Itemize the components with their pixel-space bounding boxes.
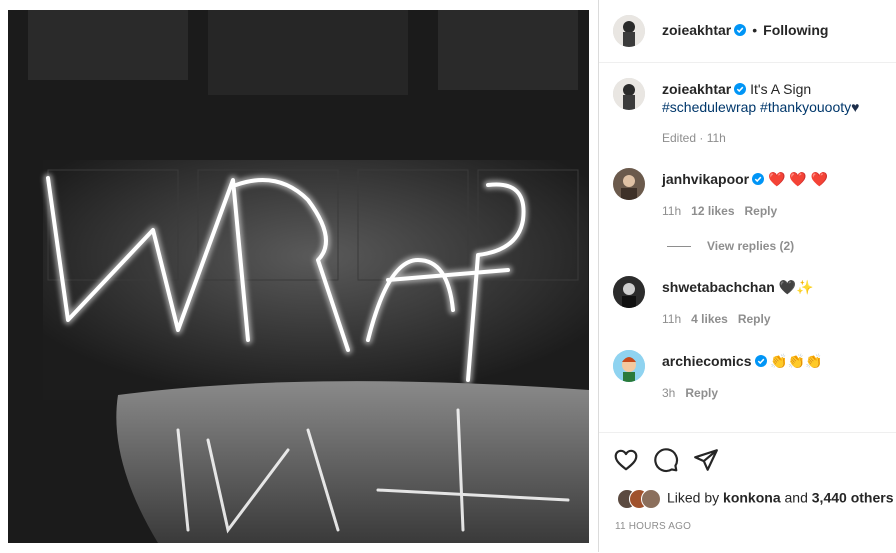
- comment-text: ❤️ ❤️ ❤️: [768, 171, 829, 187]
- comment-likes[interactable]: 4 likes: [691, 312, 728, 326]
- caption-author-avatar[interactable]: [613, 78, 645, 110]
- comment-shwetabachchan: shwetabachchan 🖤✨: [662, 278, 887, 296]
- comment-username[interactable]: janhvikapoor: [662, 171, 749, 187]
- heart-icon[interactable]: [613, 447, 639, 473]
- comment-avatar[interactable]: [613, 350, 645, 382]
- comment-time: 11h: [662, 312, 682, 326]
- post-timestamp: 11 HOURS AGO: [615, 521, 692, 532]
- liked-by-others[interactable]: 3,440 others: [812, 490, 894, 506]
- post-caption: zoieakhtar It's A Sign #schedulewrap #th…: [662, 80, 887, 116]
- verified-badge-icon: [754, 355, 767, 367]
- verified-badge-icon: [734, 83, 747, 95]
- comment-avatar[interactable]: [613, 168, 645, 200]
- likes-summary: Liked by konkona and 3,440 others: [617, 489, 893, 509]
- liked-by-and: and: [780, 489, 812, 506]
- comment-text: 👏👏👏: [770, 353, 823, 369]
- post-header: zoieakhtar • Following: [599, 0, 896, 63]
- post-actions: Liked by konkona and 3,440 others 11 HOU…: [599, 432, 896, 553]
- caption-hashtags[interactable]: #schedulewrap #thankyouooty: [662, 99, 851, 115]
- comment-archiecomics: archiecomics 👏👏👏: [662, 352, 887, 370]
- post-photo[interactable]: [8, 10, 589, 543]
- verified-badge-icon: [752, 173, 765, 185]
- liked-by-prefix: Liked by: [667, 489, 724, 506]
- comment-meta: 3h Reply: [662, 386, 718, 400]
- following-button[interactable]: Following: [763, 22, 828, 38]
- liked-by-user[interactable]: konkona: [723, 490, 781, 506]
- liker-avatar: [641, 489, 661, 509]
- neon-wrap-sign-image: [8, 10, 589, 543]
- view-replies-button[interactable]: View replies (2): [667, 239, 794, 253]
- author-username[interactable]: zoieakhtar: [662, 22, 731, 38]
- comment-icon[interactable]: [653, 447, 679, 473]
- comment-time: 3h: [662, 386, 676, 400]
- separator-dot: •: [752, 22, 758, 38]
- post-side-panel: zoieakhtar • Following zoieakhtar It's A S…: [598, 0, 896, 552]
- comment-avatar[interactable]: [613, 276, 645, 308]
- share-icon[interactable]: [693, 447, 719, 473]
- caption-heart: ♥: [851, 99, 860, 115]
- comment-username[interactable]: shwetabachchan: [662, 279, 775, 295]
- comment-time: 11h: [662, 204, 682, 218]
- comment-meta: 11h 12 likes Reply: [662, 204, 777, 218]
- liker-avatars[interactable]: [617, 489, 667, 509]
- reply-button[interactable]: Reply: [745, 204, 778, 218]
- reply-button[interactable]: Reply: [738, 312, 771, 326]
- reply-button[interactable]: Reply: [685, 386, 718, 400]
- caption-text: It's A Sign: [750, 81, 812, 97]
- comment-likes[interactable]: 12 likes: [691, 204, 734, 218]
- verified-badge-icon: [734, 24, 747, 36]
- replies-dash: [667, 246, 691, 248]
- post-media-pane: [0, 0, 598, 552]
- caption-meta: Edited · 11h: [662, 131, 726, 145]
- comment-text: 🖤✨: [778, 279, 814, 295]
- author-avatar[interactable]: [613, 15, 645, 47]
- comment-username[interactable]: archiecomics: [662, 353, 752, 369]
- caption-username[interactable]: zoieakhtar: [662, 81, 731, 97]
- comment-janhvikapoor: janhvikapoor ❤️ ❤️ ❤️: [662, 170, 887, 188]
- comment-meta: 11h 4 likes Reply: [662, 312, 771, 326]
- comments-list[interactable]: zoieakhtar It's A Sign #schedulewrap #th…: [599, 62, 896, 432]
- view-replies-label: View replies (2): [707, 239, 795, 253]
